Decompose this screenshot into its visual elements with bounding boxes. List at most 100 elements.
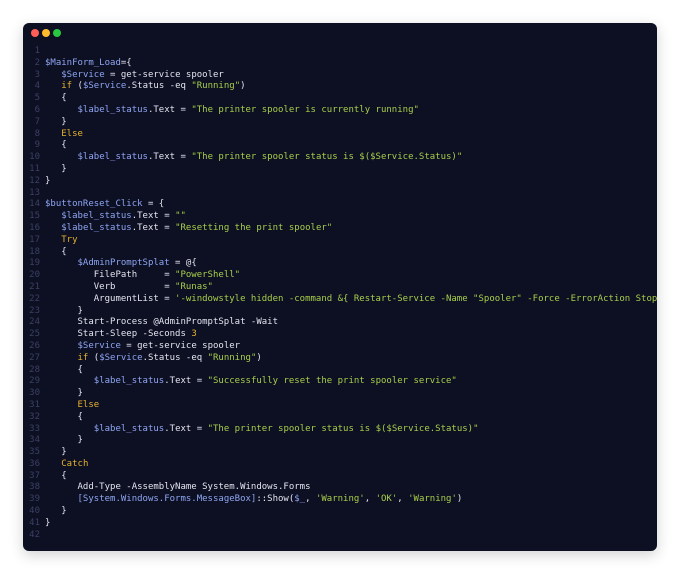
close-button[interactable] [31, 29, 39, 37]
code-token: } [45, 435, 83, 446]
code-token: "The printer spooler status is $($Servic… [191, 152, 463, 163]
code-token: $AdminPromptSplat [77, 258, 170, 269]
maximize-button[interactable] [53, 29, 61, 37]
line-text: if ($Service.Status -eq "Running") [45, 353, 262, 363]
code-token: $label_status [77, 152, 148, 163]
code-token: if [77, 352, 89, 363]
line-text: } [45, 388, 83, 398]
code-token: "PowerShell" [175, 270, 241, 281]
code-token: ={ [120, 57, 132, 68]
code-token: "" [175, 211, 186, 222]
line-number: 32 [29, 411, 40, 422]
code-line: 27 if ($Service.Status -eq "Running") [23, 353, 657, 365]
code-token: .Text = [164, 423, 208, 434]
line-text: $label_status.Text = "The printer spoole… [45, 424, 479, 434]
code-token: "Resetting the print spooler" [175, 222, 333, 233]
code-token: { [45, 93, 67, 104]
line-text: } [45, 506, 66, 516]
code-line: 25 Start-Sleep -Seconds 3 [23, 329, 657, 341]
line-number: 19 [29, 258, 40, 269]
line-text: } [45, 116, 67, 127]
code-token: .Text = [131, 211, 176, 222]
line-text: $label_status.Text = "Successfully reset… [45, 376, 457, 386]
code-token: 'OK' [375, 494, 398, 505]
line-text: Catch [45, 459, 88, 469]
code-line: 40 } [23, 506, 657, 518]
code-token: } [45, 305, 83, 316]
code-line: 29 $label_status.Text = "Successfully re… [23, 376, 657, 388]
line-text: $AdminPromptSplat = @{ [45, 258, 197, 268]
line-number: 10 [29, 152, 40, 163]
line-number: 9 [34, 140, 40, 151]
code-token: , [364, 494, 376, 505]
code-token: Start-Process @AdminPromptSplat -Wait [45, 317, 279, 328]
code-line: 10 $label_status.Text = "The printer spo… [23, 152, 657, 164]
window-titlebar [23, 23, 657, 43]
code-line: 18 { [23, 247, 657, 259]
code-token: $buttonReset_Click [45, 199, 143, 210]
code-token: Else [77, 399, 100, 410]
line-number: 3 [34, 69, 40, 80]
code-line: 38 Add-Type -AssemblyName System.Windows… [23, 482, 657, 494]
code-line: 5 { [23, 93, 657, 105]
code-token: $label_status [61, 211, 132, 222]
line-number: 26 [29, 340, 40, 351]
line-text: Start-Process @AdminPromptSplat -Wait [45, 317, 279, 328]
line-text: { [45, 412, 83, 422]
code-token: .Status -eq [126, 81, 192, 92]
minimize-button[interactable] [42, 29, 50, 37]
code-token: "Successfully reset the print spooler se… [207, 376, 457, 387]
line-number: 1 [34, 46, 40, 56]
line-number: 5 [34, 93, 40, 104]
line-text: } [45, 435, 83, 445]
code-line: 15 $label_status.Text = "" [23, 211, 657, 223]
line-number: 6 [34, 104, 40, 115]
code-line: 33 $label_status.Text = "The printer spo… [23, 424, 657, 436]
code-token: = { [142, 199, 165, 210]
code-line: 41} [23, 518, 657, 530]
code-token: "Running" [207, 352, 257, 363]
line-text: Verb = "Runas" [45, 282, 213, 292]
line-text: } [45, 447, 66, 457]
line-number: 30 [29, 388, 40, 399]
line-number: 27 [29, 352, 40, 363]
line-number: 8 [34, 128, 40, 139]
code-token: $Service [82, 81, 127, 92]
code-line: 6 $label_status.Text = "The printer spoo… [23, 105, 657, 117]
code-token: { [45, 411, 83, 422]
code-line: 42 [23, 530, 657, 542]
line-number: 4 [34, 81, 40, 92]
line-number: 40 [29, 506, 40, 517]
code-token: = get-service spooler [120, 340, 241, 351]
code-token: .Text = [147, 152, 192, 163]
line-number: 18 [29, 246, 40, 257]
code-token: ) [256, 352, 262, 363]
code-token: } [45, 116, 67, 127]
code-line: 12} [23, 176, 657, 188]
line-text: $label_status.Text = "The printer spoole… [45, 152, 463, 163]
line-number: 37 [29, 470, 40, 481]
code-token: .Text = [147, 104, 192, 115]
code-block: 1 2 $MainForm_Load={3 $Service = get-servi… [23, 46, 657, 541]
line-text: Start-Sleep -Seconds 3 [45, 329, 197, 339]
code-token: { [45, 140, 67, 151]
code-line: 31 Else [23, 400, 657, 412]
line-number: 12 [29, 175, 40, 186]
code-token: { [45, 470, 67, 481]
code-token: ::Show( [256, 494, 295, 505]
code-token: , [397, 494, 409, 505]
code-line: 4 if ($Service.Status -eq "Running") [23, 81, 657, 93]
line-text: Add-Type -AssemblyName System.Windows.Fo… [45, 482, 311, 492]
line-number: 16 [29, 222, 40, 233]
line-text: } [45, 518, 50, 528]
line-number: 34 [29, 435, 40, 446]
line-text: $Service = get-service spooler [45, 340, 241, 351]
code-line: 39 [System.Windows.Forms.MessageBox]::Sh… [23, 494, 657, 506]
